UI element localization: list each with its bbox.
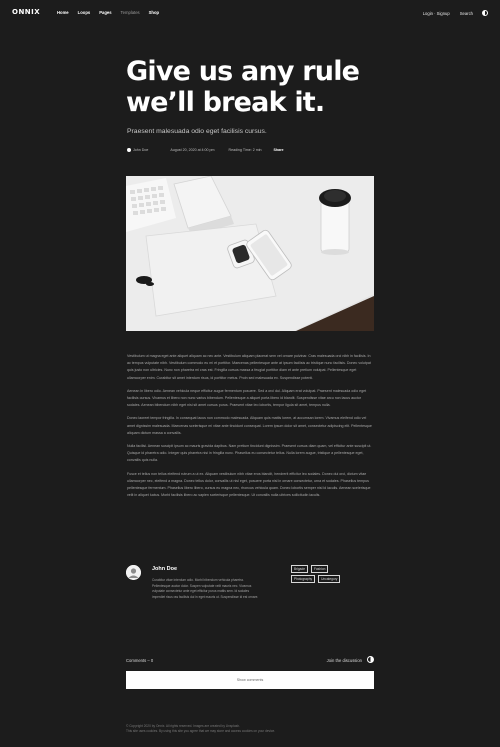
meta-reading-time: Reading Time: 2 min (228, 148, 262, 152)
article-body: Vestibulum ut magna eget ante aliquet al… (127, 353, 373, 505)
page-title: Give us any rule we’ll break it. (126, 56, 360, 118)
hero-image (126, 176, 374, 331)
main-nav: Home Loops Pages Templates Shop (57, 10, 168, 15)
tag-fashion[interactable]: Fashion (311, 565, 329, 573)
nav-item-templates[interactable]: Templates (121, 10, 140, 15)
nav-item-pages[interactable]: Pages (99, 10, 111, 15)
article-meta: John Doe August 20, 2020 at 4:00 pm Read… (127, 148, 284, 152)
show-comments-button[interactable]: Show comments (126, 671, 374, 689)
paragraph: Donec laoreet tempor fringilla. In conse… (127, 416, 372, 435)
author-box: John Doe Curabitur vitae interdum odio. … (126, 565, 374, 615)
tag-brigade[interactable]: Brigade (291, 565, 308, 573)
dark-mode-toggle-icon[interactable] (482, 10, 488, 16)
join-discussion-link[interactable]: Join the discussion (327, 658, 362, 663)
tag-uncategory[interactable]: Uncategory (318, 575, 341, 583)
site-logo[interactable]: ONNIX (12, 8, 40, 16)
paragraph: Nulla facilisi. Aenean suscipit ipsum ac… (127, 444, 372, 463)
site-header: ONNIX Home Loops Pages Templates Shop Lo… (0, 0, 500, 26)
nav-item-shop[interactable]: Shop (149, 10, 159, 15)
cookie-notice: This site uses cookies. By using this si… (126, 729, 276, 733)
comments-count: Comments – 0 (126, 658, 154, 663)
tag-photography[interactable]: Photography (291, 575, 316, 583)
discussion-icon[interactable] (367, 656, 374, 663)
header-actions: Login · Signup Search (413, 10, 488, 16)
article-subtitle: Praesent malesuada odio eget facilisis c… (127, 128, 267, 135)
paragraph: Vestibulum ut magna eget ante aliquet al… (127, 354, 371, 380)
meta-date: August 20, 2020 at 4:00 pm (170, 148, 215, 152)
author-bio: Curabitur vitae interdum odio. Morbi bib… (152, 578, 259, 599)
site-footer: © Copyright 2020 by Onnix. All rights re… (126, 724, 374, 734)
author-avatar-icon (127, 148, 131, 152)
avatar[interactable] (126, 565, 141, 580)
paragraph: Fusce et tellus non tellus eleifend rutr… (127, 471, 371, 498)
paragraph: Aenean in libero odio. Aenean vehicula n… (127, 388, 367, 408)
comments-row: Comments – 0 Join the discussion (126, 656, 374, 666)
meta-author[interactable]: John Doe (133, 148, 148, 152)
login-signup-link[interactable]: Login · Signup (423, 11, 450, 16)
nav-item-home[interactable]: Home (57, 10, 69, 15)
tag-list: Brigade Fashion Photography Uncategory (291, 565, 351, 585)
share-button[interactable]: Share (274, 148, 284, 152)
nav-item-loops[interactable]: Loops (78, 10, 91, 15)
search-link[interactable]: Search (460, 11, 473, 16)
author-name[interactable]: John Doe (152, 566, 177, 572)
